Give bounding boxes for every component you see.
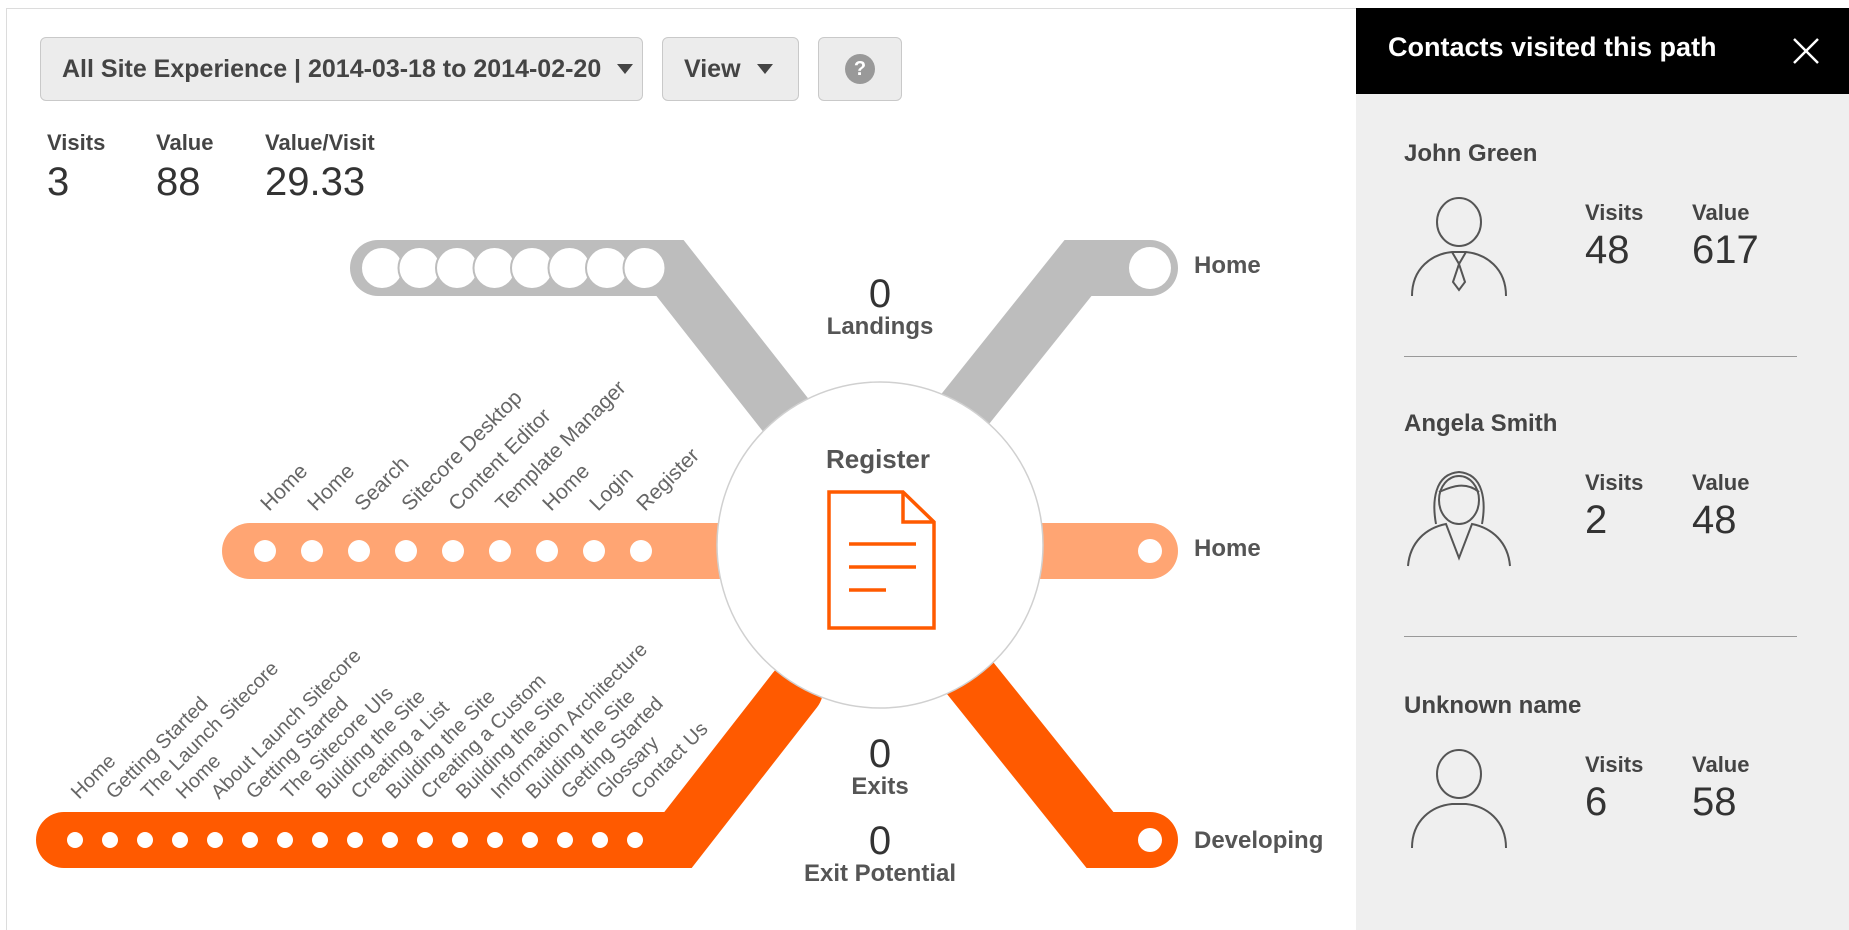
contact-visits: Visits 2	[1585, 470, 1643, 543]
contact-visits: Visits 48	[1585, 200, 1643, 273]
divider	[1404, 636, 1797, 637]
path-node[interactable]	[397, 246, 442, 290]
path-node[interactable]	[472, 246, 517, 290]
path-node[interactable]	[360, 246, 404, 290]
visits-value: 6	[1585, 780, 1608, 824]
path-node[interactable]	[1129, 247, 1171, 289]
path-node[interactable]	[348, 540, 370, 562]
panel-title: Contacts visited this path	[1388, 32, 1717, 62]
page-label: Register	[632, 444, 704, 516]
next-page-top-label[interactable]: Home	[1194, 252, 1261, 279]
path-node[interactable]	[395, 540, 417, 562]
path-node[interactable]	[207, 832, 223, 848]
path-node[interactable]	[1138, 539, 1162, 563]
next-page-top-arm[interactable]	[930, 240, 1178, 446]
landings-label: Landings	[827, 313, 934, 340]
path-node[interactable]	[627, 832, 643, 848]
path-node[interactable]	[630, 540, 652, 562]
path-node[interactable]	[583, 540, 605, 562]
visits-value: 48	[1585, 228, 1630, 272]
contact-visits: Visits 6	[1585, 752, 1643, 825]
path-node[interactable]	[102, 832, 118, 848]
contact-value: Value 617	[1692, 200, 1759, 273]
value-value: 48	[1692, 498, 1737, 542]
path-node[interactable]	[347, 832, 363, 848]
contact-value: Value 48	[1692, 470, 1749, 543]
exits-label: Exits	[851, 773, 908, 800]
person-icon	[1411, 749, 1507, 849]
path-node[interactable]	[312, 832, 328, 848]
page-label: Login	[585, 463, 638, 516]
close-icon[interactable]	[1787, 32, 1825, 70]
path-node[interactable]	[242, 832, 258, 848]
value-value: 617	[1692, 228, 1759, 272]
exit-potential-value: 0	[869, 819, 891, 863]
exit-path-labels: HomeGetting StartedThe Launch SitecoreHo…	[67, 639, 713, 804]
exit-potential-label: Exit Potential	[804, 860, 956, 887]
contacts-panel: Contacts visited this path John Green Vi…	[1356, 8, 1849, 930]
path-node[interactable]	[487, 832, 503, 848]
path-node[interactable]	[172, 832, 188, 848]
next-page-bottom-arm[interactable]	[934, 640, 1178, 868]
contact-card[interactable]: Angela Smith Visits 2 Value 48	[1404, 410, 1804, 567]
path-node[interactable]	[1138, 828, 1162, 852]
panel-header: Contacts visited this path	[1356, 8, 1849, 94]
contact-card[interactable]: Unknown name Visits 6 Value 58	[1404, 692, 1804, 849]
path-node[interactable]	[277, 832, 293, 848]
path-node[interactable]	[489, 540, 511, 562]
path-node[interactable]	[547, 246, 592, 290]
page-label: Home	[256, 460, 312, 516]
path-node[interactable]	[557, 832, 573, 848]
path-node[interactable]	[585, 246, 629, 290]
path-node[interactable]	[67, 832, 83, 848]
contact-name: Unknown name	[1404, 692, 1582, 719]
value-label: Value	[1692, 470, 1750, 495]
visits-label: Visits	[1585, 470, 1644, 495]
path-node[interactable]	[301, 540, 323, 562]
visits-label: Visits	[1585, 752, 1644, 777]
visits-label: Visits	[1585, 200, 1644, 225]
path-diagram: HomeHomeSearchSitecore DesktopContent Ed…	[36, 240, 1323, 887]
landing-path-arm[interactable]	[350, 240, 816, 446]
divider	[1404, 356, 1797, 357]
landings-value: 0	[869, 272, 891, 316]
path-node[interactable]	[435, 246, 479, 290]
page-label: Home	[303, 460, 359, 516]
value-label: Value	[1692, 200, 1750, 225]
contact-name: Angela Smith	[1404, 410, 1558, 437]
path-node[interactable]	[536, 540, 558, 562]
path-node[interactable]	[254, 540, 276, 562]
path-node[interactable]	[417, 832, 433, 848]
path-node[interactable]	[137, 832, 153, 848]
path-node[interactable]	[622, 246, 667, 290]
female-icon	[1407, 470, 1511, 567]
exits-value: 0	[869, 732, 891, 776]
male-suit-icon	[1411, 197, 1507, 297]
contact-name: John Green	[1404, 140, 1538, 167]
path-node[interactable]	[522, 832, 538, 848]
path-node[interactable]	[382, 832, 398, 848]
visits-value: 2	[1585, 498, 1608, 542]
contact-value: Value 58	[1692, 752, 1749, 825]
value-value: 58	[1692, 780, 1737, 824]
middle-path-labels: HomeHomeSearchSitecore DesktopContent Ed…	[256, 376, 704, 515]
contact-card[interactable]: John Green Visits 48 Value 617	[1404, 140, 1804, 297]
path-node[interactable]	[452, 832, 468, 848]
path-node[interactable]	[510, 246, 554, 290]
path-node[interactable]	[592, 832, 608, 848]
next-page-bottom-label[interactable]: Developing	[1194, 827, 1323, 854]
next-page-middle-label[interactable]: Home	[1194, 535, 1261, 562]
center-page-label: Register	[826, 444, 930, 474]
value-label: Value	[1692, 752, 1750, 777]
path-node[interactable]	[442, 540, 464, 562]
middle-path-nodes	[254, 540, 652, 562]
